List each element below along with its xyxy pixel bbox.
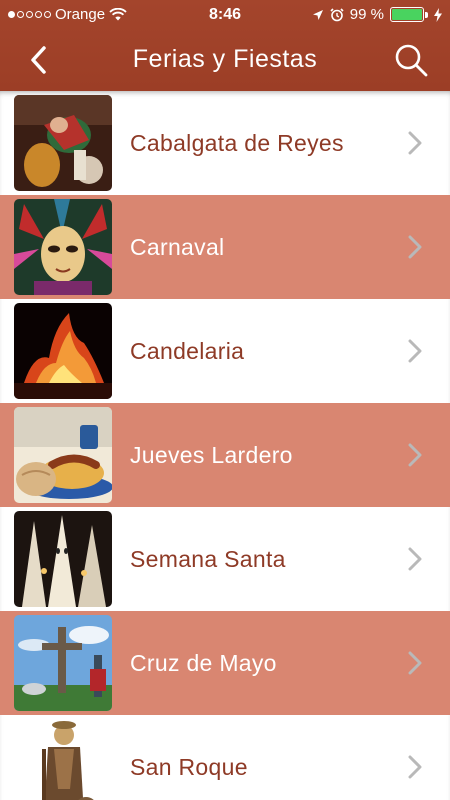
app-header: Orange 8:46 99 % Ferias y Fiestas — [0, 0, 450, 91]
bonfire-photo — [14, 303, 112, 399]
search-button[interactable] — [392, 41, 430, 79]
list-item[interactable]: San Roque — [0, 715, 450, 800]
location-arrow-icon — [312, 9, 323, 20]
chevron-right-icon — [408, 131, 422, 155]
list-item-label: Jueves Lardero — [130, 442, 293, 468]
charging-bolt-icon — [434, 7, 442, 22]
chevron-right-icon — [408, 651, 422, 675]
procession-photo — [14, 511, 112, 607]
list-item[interactable]: Carnaval — [0, 195, 450, 299]
list-item[interactable]: Semana Santa — [0, 507, 450, 611]
battery-level — [392, 9, 422, 20]
chevron-right-icon — [408, 339, 422, 363]
list-item-label: Candelaria — [130, 338, 245, 364]
saint-statue-photo — [14, 719, 112, 800]
list-item[interactable]: Cruz de Mayo — [0, 611, 450, 715]
status-bar: Orange 8:46 99 % — [0, 0, 450, 32]
list-item-label: Semana Santa — [130, 546, 286, 572]
battery-icon — [390, 7, 424, 22]
nav-bar: Ferias y Fiestas — [0, 32, 450, 91]
cross-photo — [14, 615, 112, 711]
battery-tip — [425, 11, 428, 18]
page-title: Ferias y Fiestas — [132, 45, 318, 73]
chevron-right-icon — [408, 547, 422, 571]
list-item-label: Cabalgata de Reyes — [130, 130, 344, 156]
fiestas-list: Cabalgata de Reyes Carnaval Candelaria J… — [0, 91, 450, 800]
battery-percent: 99 % — [349, 6, 384, 23]
list-item[interactable]: Cabalgata de Reyes — [0, 91, 450, 195]
chevron-right-icon — [408, 443, 422, 467]
alarm-clock-icon — [330, 7, 344, 21]
cabalgata-photo — [14, 95, 112, 191]
list-item-label: Carnaval — [130, 234, 225, 260]
list-item-label: San Roque — [130, 754, 248, 780]
chevron-right-icon — [408, 235, 422, 259]
search-icon — [395, 44, 428, 77]
list-item[interactable]: Candelaria — [0, 299, 450, 403]
carnaval-mask-photo — [14, 199, 112, 295]
list-item[interactable]: Jueves Lardero — [0, 403, 450, 507]
chevron-right-icon — [408, 755, 422, 779]
list-item-label: Cruz de Mayo — [130, 650, 277, 676]
status-right: 99 % — [312, 6, 442, 23]
bread-plate-photo — [14, 407, 112, 503]
